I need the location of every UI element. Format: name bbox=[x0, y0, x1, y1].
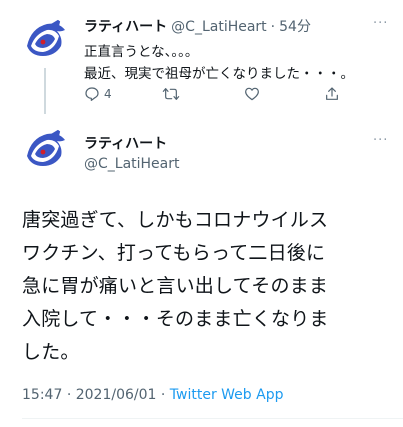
display-name[interactable]: ラティハート bbox=[84, 16, 167, 36]
tweet-date[interactable]: 2021/06/01 bbox=[76, 387, 157, 403]
like-button[interactable] bbox=[244, 86, 260, 102]
reply-button[interactable]: 4 bbox=[84, 86, 112, 102]
display-name[interactable]: ラティハート bbox=[84, 133, 167, 153]
tweet1-header: ラティハート @C_LatiHeart · 54分 bbox=[84, 16, 311, 36]
tweet-metadata: 15:47 · 2021/06/01 · Twitter Web App bbox=[22, 387, 283, 403]
timestamp[interactable]: 54分 bbox=[279, 16, 311, 36]
latias-avatar-icon bbox=[21, 126, 69, 174]
tweet1-text-line: 最近、現実で祖母が亡くなりました・・・。 bbox=[84, 66, 354, 82]
separator: · bbox=[270, 19, 276, 35]
latias-avatar-icon bbox=[21, 16, 69, 64]
source-app-link[interactable]: Twitter Web App bbox=[170, 387, 284, 403]
more-options-icon[interactable]: ··· bbox=[373, 16, 388, 31]
tweet-text-line: した。 bbox=[22, 341, 80, 363]
retweet-icon bbox=[162, 88, 180, 100]
like-icon bbox=[245, 87, 259, 101]
tweet-text-line: 唐突過ぎて、しかもコロナウイルス bbox=[22, 209, 329, 231]
retweet-button[interactable] bbox=[162, 86, 180, 102]
tweet-text-line: ワクチン、打ってもらって二日後に bbox=[22, 242, 326, 264]
tweet-time[interactable]: 15:47 bbox=[22, 387, 62, 403]
share-button[interactable] bbox=[324, 86, 340, 102]
handle[interactable]: @C_LatiHeart bbox=[171, 19, 267, 35]
meta-separator: · bbox=[66, 387, 72, 403]
tweet-text-line: 急に胃が痛いと言い出してそのまま bbox=[22, 275, 329, 297]
meta-separator: · bbox=[160, 387, 166, 403]
tweet2-text: 唐突過ぎて、しかもコロナウイルス ワクチン、打ってもらって二日後に 急に胃が痛い… bbox=[22, 204, 387, 369]
thread-connector bbox=[44, 68, 46, 114]
tweet-text-line: 入院して・・・そのまま亡くなりま bbox=[22, 308, 329, 330]
tweet1-actions: 4 bbox=[84, 86, 354, 106]
reply-icon bbox=[85, 87, 99, 101]
avatar[interactable] bbox=[21, 126, 69, 174]
avatar[interactable] bbox=[21, 16, 69, 64]
share-icon bbox=[326, 87, 338, 100]
divider bbox=[22, 418, 403, 419]
more-options-icon[interactable]: ··· bbox=[373, 133, 388, 148]
reply-count: 4 bbox=[104, 87, 112, 101]
handle[interactable]: @C_LatiHeart bbox=[84, 156, 180, 172]
tweet1-text-line: 正直言うとな、。。。 bbox=[84, 44, 199, 60]
